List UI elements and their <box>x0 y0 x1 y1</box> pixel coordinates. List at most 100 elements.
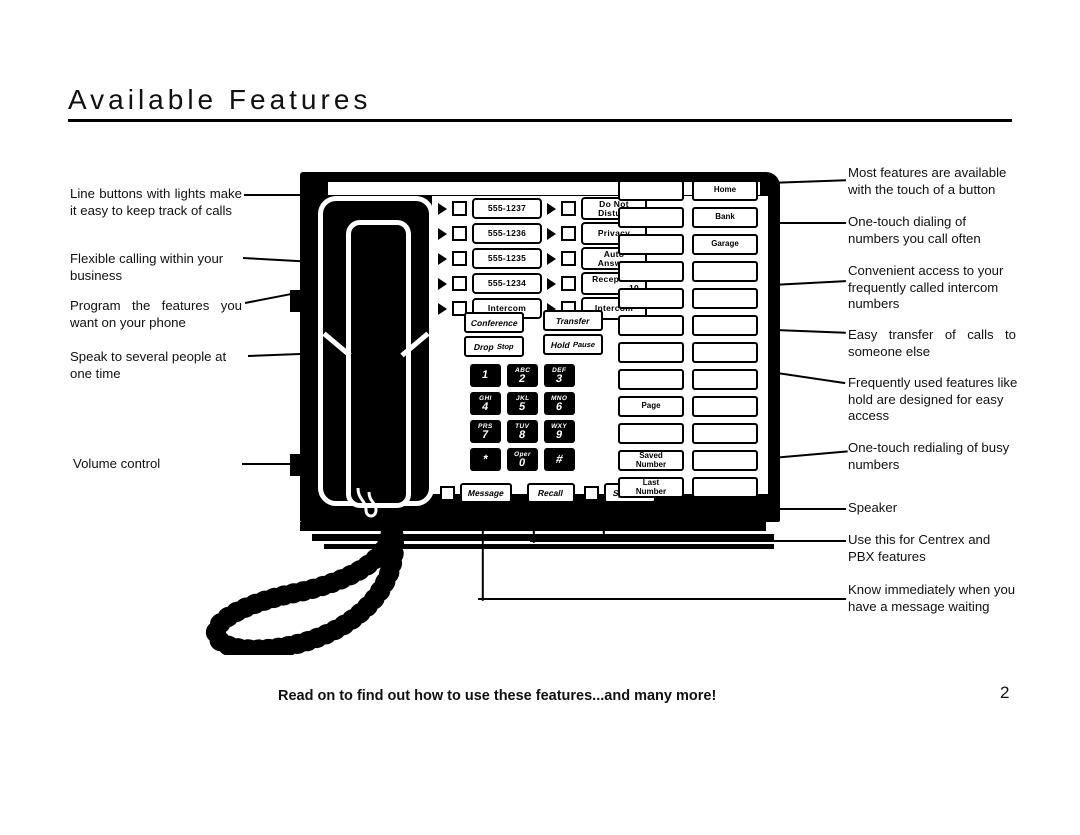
stop-button-label: Stop <box>496 342 515 351</box>
dss-button-panel: Home Bank Garage Page Saved Number Last … <box>618 180 770 498</box>
dss-button-garage[interactable]: Garage <box>692 234 758 255</box>
dss-button[interactable] <box>618 423 684 444</box>
drop-stop-button[interactable]: Drop Stop <box>464 336 524 357</box>
volume-control-tab-upper[interactable] <box>290 290 304 312</box>
line-button-label[interactable]: 555-1235 <box>472 248 542 269</box>
line-led <box>452 226 467 241</box>
keypad-key-star[interactable]: * <box>470 448 501 471</box>
dss-button[interactable] <box>618 342 684 363</box>
dss-button[interactable] <box>692 288 758 309</box>
dss-button-last-number[interactable]: Last Number <box>618 477 684 498</box>
callout-frequently-used: Frequently used features like hold are d… <box>848 375 1018 423</box>
telephone-illustration: 555-1237 Do Not Disturb 555-1236 Privacy… <box>290 172 780 549</box>
callout-redial-busy: One-touch redialing of busy numbers <box>848 440 1010 472</box>
conference-button-label: Conference <box>469 317 519 328</box>
line-button-label[interactable]: 555-1234 <box>472 273 542 294</box>
conference-button[interactable]: Conference <box>464 312 524 333</box>
message-button-label: Message <box>466 488 506 498</box>
keypad-key-pound[interactable]: # <box>544 448 575 471</box>
keypad-key-0[interactable]: Oper 0 <box>507 448 538 471</box>
dss-button[interactable] <box>692 477 758 498</box>
recall-button[interactable]: Recall <box>527 483 575 503</box>
line-button-row[interactable]: 555-1235 Auto Answer <box>438 247 647 270</box>
dss-button-page[interactable]: Page <box>618 396 684 417</box>
volume-control-tab-lower[interactable] <box>290 454 304 476</box>
line-button-label[interactable]: 555-1237 <box>472 198 542 219</box>
keypad-key-4[interactable]: GHI 4 <box>470 392 501 415</box>
keypad-digit: * <box>482 452 490 466</box>
leader-line-message-waiting <box>478 598 846 600</box>
transfer-button[interactable]: Transfer <box>543 310 603 331</box>
line-button-row[interactable]: 555-1234 Reception 10 <box>438 272 647 295</box>
keypad-digit: 9 <box>555 428 564 441</box>
keypad-key-3[interactable]: DEF 3 <box>544 364 575 387</box>
dss-button[interactable] <box>618 207 684 228</box>
dss-grid: Home Bank Garage Page Saved Number Last … <box>618 180 770 498</box>
keypad-digit: 1 <box>481 369 490 381</box>
dss-button[interactable] <box>692 450 758 471</box>
document-page: Available Features Line buttons with lig… <box>0 0 1080 835</box>
callout-centrex-pbx: Use this for Centrex and PBX features <box>848 532 991 564</box>
indicator-arrow-icon <box>547 277 556 290</box>
keypad-digit: # <box>555 452 565 466</box>
keypad-key-1[interactable]: 1 <box>470 364 501 387</box>
keypad-key-8[interactable]: TUV 8 <box>507 420 538 443</box>
speaker-led <box>584 485 599 501</box>
dss-button[interactable] <box>618 180 684 201</box>
keypad-key-6[interactable]: MNO 6 <box>544 392 575 415</box>
dss-label: Home <box>713 185 737 195</box>
indicator-arrow-icon <box>438 252 447 265</box>
callout-speaker: Speaker <box>848 500 898 515</box>
dial-keypad[interactable]: 1 ABC 2 DEF 3 GHI 4 JKL 5 MNO 6 PRS 7 TUV 8 WXY… <box>470 364 575 471</box>
dss-label: Page <box>641 401 661 411</box>
hold-pause-button[interactable]: Hold Pause <box>543 334 603 355</box>
dss-button[interactable] <box>618 288 684 309</box>
dss-label: Bank <box>715 212 735 222</box>
dss-button[interactable] <box>692 315 758 336</box>
transfer-button-label: Transfer <box>555 315 591 326</box>
pause-button-label: Pause <box>571 340 596 349</box>
dss-button[interactable] <box>618 261 684 282</box>
callout-intercom-access: Convenient access to your frequently cal… <box>848 263 1004 311</box>
dss-button[interactable] <box>618 369 684 390</box>
message-waiting-led <box>440 485 455 501</box>
callout-easy-transfer: Easy transfer of calls to someone else <box>848 327 1016 359</box>
hold-button-label: Hold <box>549 339 571 350</box>
dss-label-line2: Number <box>635 459 667 469</box>
dss-button-home[interactable]: Home <box>692 180 758 201</box>
indicator-arrow-icon <box>547 202 556 215</box>
dss-button[interactable] <box>618 315 684 336</box>
handset-cradle-inner <box>346 220 411 508</box>
message-button[interactable]: Message <box>460 483 512 503</box>
keypad-digit: 7 <box>481 428 490 441</box>
line-led <box>452 251 467 266</box>
keypad-key-7[interactable]: PRS 7 <box>470 420 501 443</box>
dss-button-saved-number[interactable]: Saved Number <box>618 450 684 471</box>
callout-line-buttons: Line buttons with lights make it easy to… <box>70 186 242 218</box>
dss-button[interactable] <box>692 369 758 390</box>
keypad-key-5[interactable]: JKL 5 <box>507 392 538 415</box>
keypad-key-9[interactable]: WXY 9 <box>544 420 575 443</box>
keypad-digit: 3 <box>555 372 564 385</box>
callout-conference: Speak to several people at one time <box>70 349 227 381</box>
indicator-arrow-icon <box>438 202 447 215</box>
dss-button[interactable] <box>692 261 758 282</box>
title-rule <box>68 119 1012 122</box>
callout-message-waiting: Know immediately when you have a message… <box>848 582 1016 614</box>
page-title: Available Features <box>68 84 372 115</box>
callout-volume-control: Volume control <box>73 456 161 471</box>
dss-button[interactable] <box>618 234 684 255</box>
keypad-key-2[interactable]: ABC 2 <box>507 364 538 387</box>
line-button-row[interactable]: 555-1236 Privacy <box>438 222 647 245</box>
feature-led <box>561 276 576 291</box>
dss-button[interactable] <box>692 342 758 363</box>
line-led <box>452 276 467 291</box>
line-button-row[interactable]: 555-1237 Do Not Disturb <box>438 197 647 220</box>
line-button-label[interactable]: 555-1236 <box>472 223 542 244</box>
dss-label-line2: Number <box>635 486 667 496</box>
callout-one-touch-dialing: One-touch dialing of numbers you call of… <box>848 214 981 246</box>
indicator-arrow-icon <box>438 277 447 290</box>
dss-button-bank[interactable]: Bank <box>692 207 758 228</box>
dss-button[interactable] <box>692 396 758 417</box>
dss-button[interactable] <box>692 423 758 444</box>
